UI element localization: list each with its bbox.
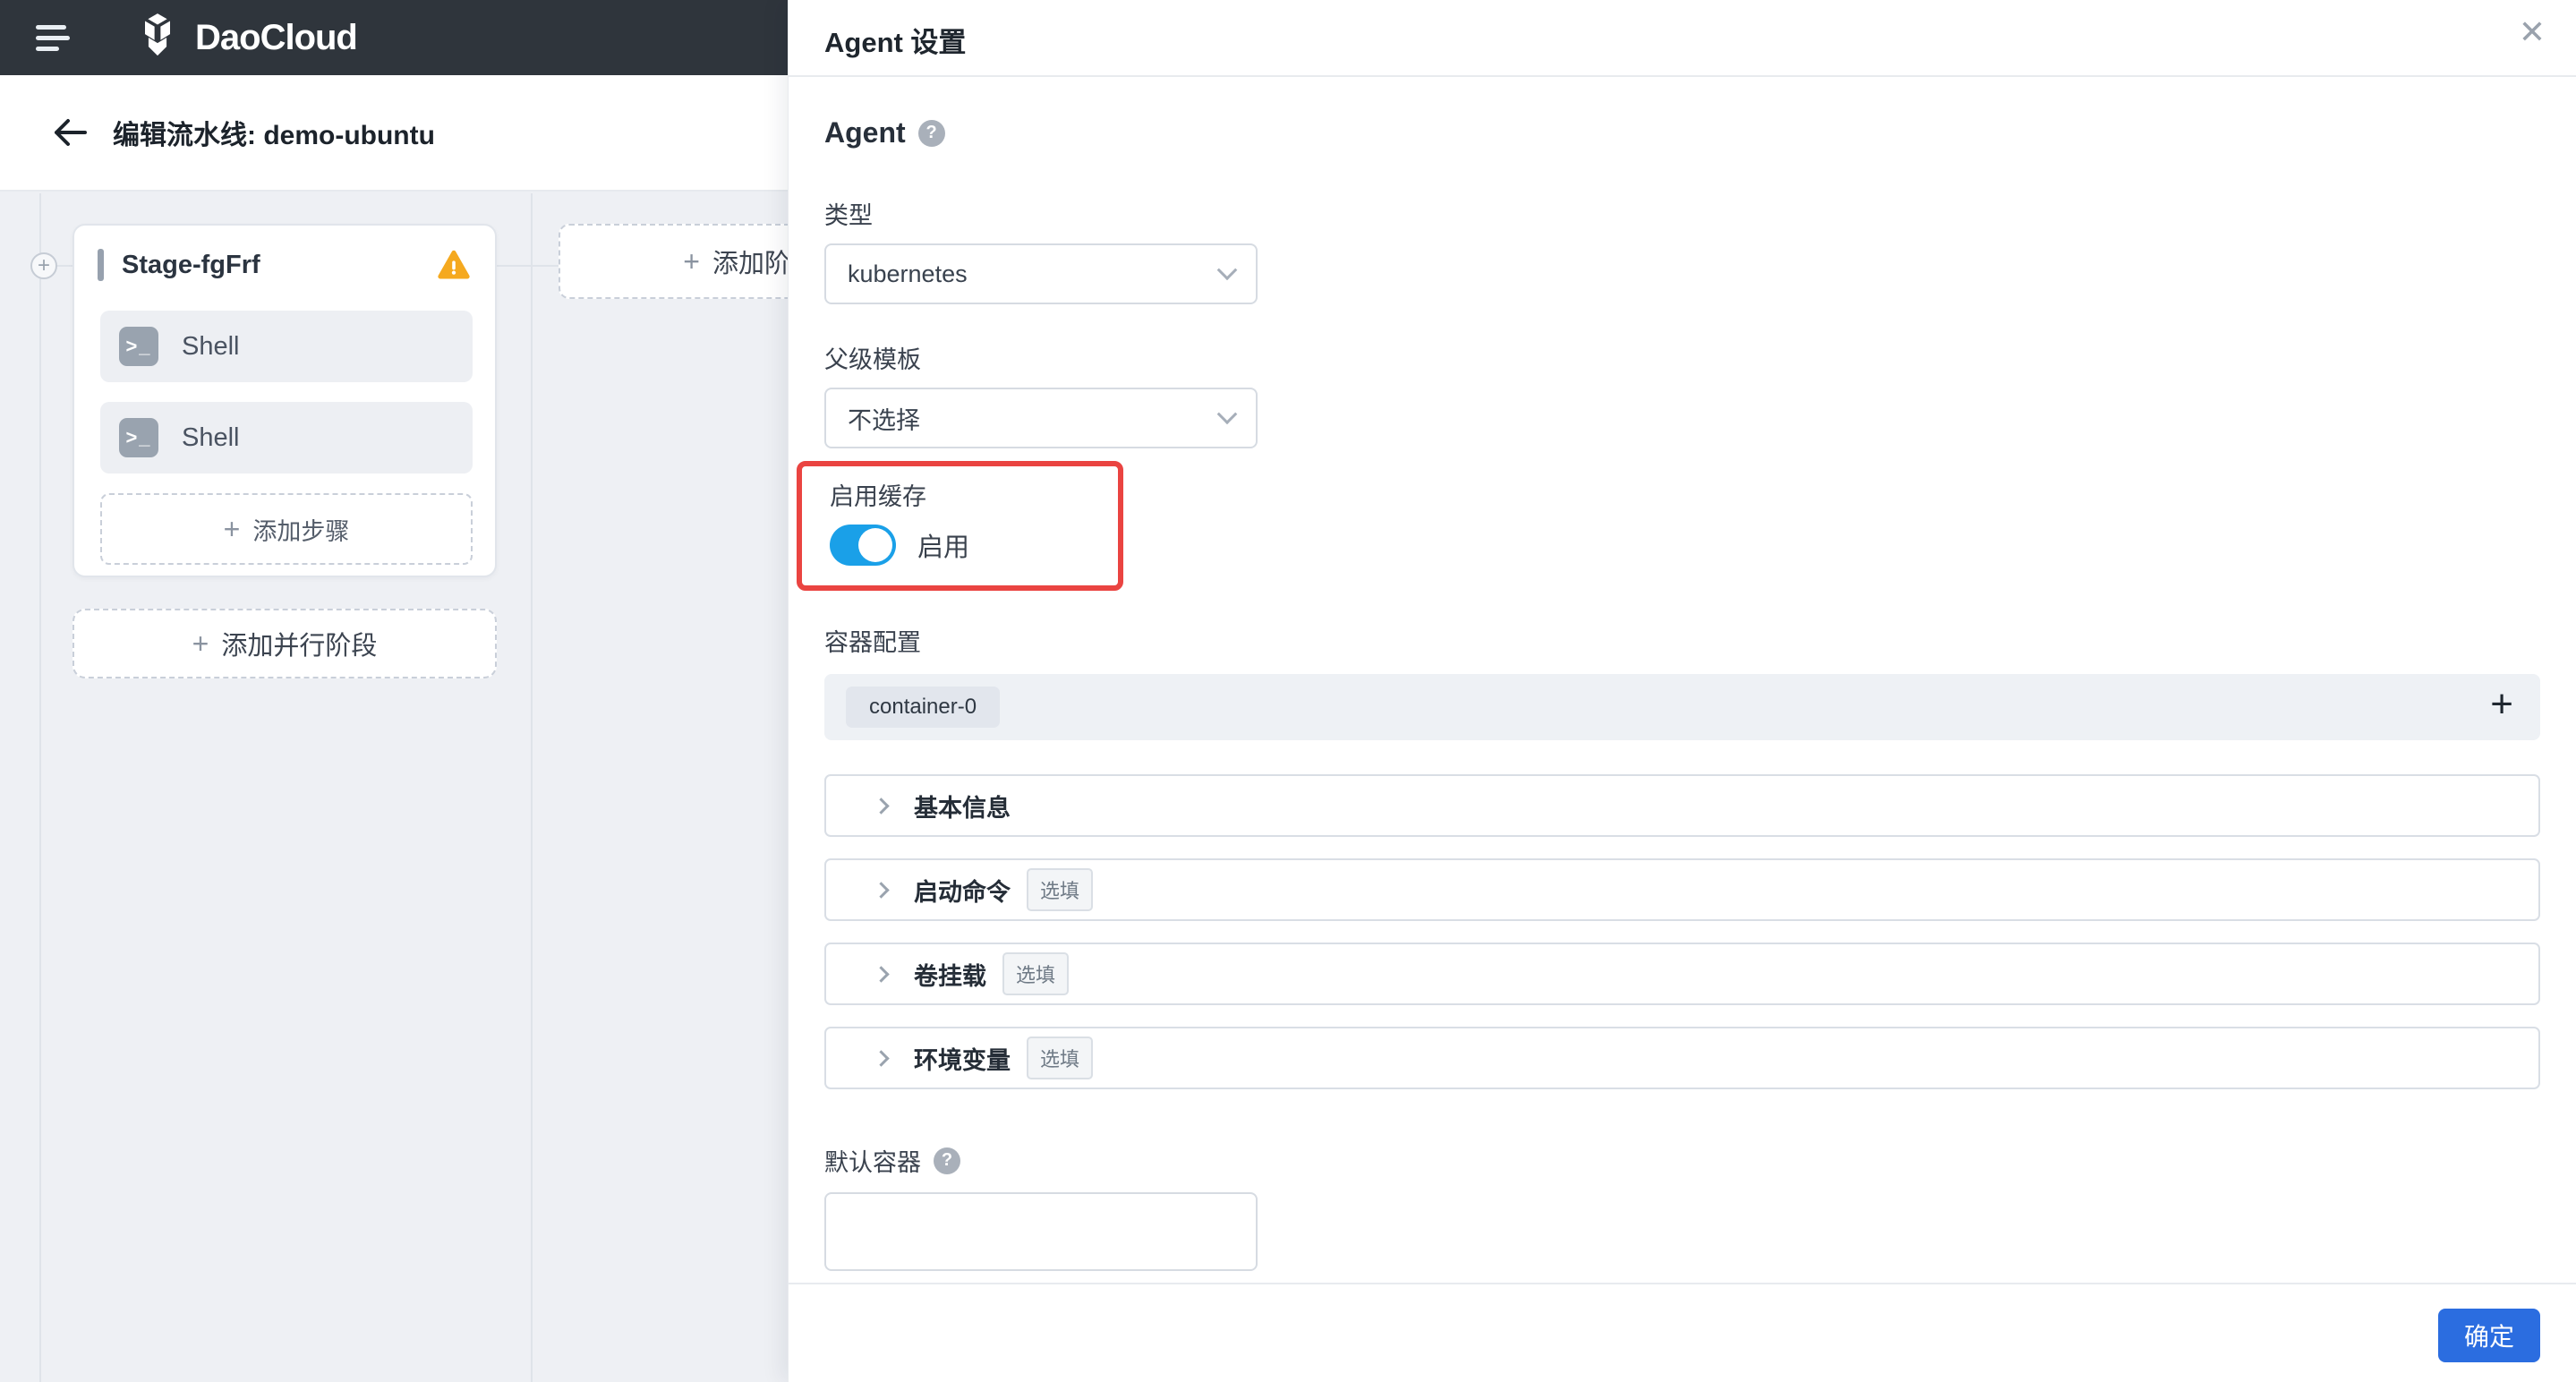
section-title: 启动命令 (914, 878, 1011, 906)
step-shell-1[interactable]: >_ Shell (100, 311, 473, 382)
canvas-rail-right (531, 193, 533, 1382)
container-tab[interactable]: container-0 (846, 687, 1001, 728)
section-title: 环境变量 (914, 1046, 1011, 1074)
optional-badge: 选填 (1027, 868, 1094, 911)
section-title: 卷挂载 (914, 962, 986, 990)
container-config-label: 容器配置 (824, 629, 921, 656)
chevron-right-icon (873, 881, 890, 899)
parent-template-label: 父级模板 (824, 346, 921, 373)
help-icon[interactable]: ? (917, 119, 945, 147)
default-container-input[interactable] (824, 1192, 1258, 1271)
daocloud-cube-icon (145, 13, 170, 56)
default-container-row: 默认容器 ? (824, 1143, 2540, 1178)
highlight-box: 启用缓存 启用 (797, 461, 1123, 591)
type-select-value: kubernetes (848, 260, 968, 287)
drawer-footer: 确定 (789, 1283, 2576, 1382)
optional-badge: 选填 (1002, 952, 1070, 995)
drawer-body: Agent ? 类型 kubernetes 父级模板 不选择 启用缓存 启用 容 (789, 77, 2576, 1283)
add-parallel-label: 添加并行阶段 (221, 632, 378, 661)
step-label: Shell (182, 422, 240, 452)
container-tabbar: container-0 + (824, 674, 2540, 740)
section-volume-mount[interactable]: 卷挂载 选填 (824, 943, 2540, 1005)
plus-icon: + (192, 627, 209, 660)
step-label: Shell (182, 331, 240, 361)
optional-badge: 选填 (1027, 1036, 1094, 1079)
container-panels: 基本信息 启动命令 选填 卷挂载 选填 环境变量 选填 (824, 774, 2540, 1089)
help-icon[interactable]: ? (934, 1147, 960, 1174)
close-icon[interactable]: ✕ (2519, 16, 2546, 48)
brand-name: DaoCloud (195, 17, 358, 57)
canvas-rail-left (39, 193, 41, 1382)
agent-section-heading: Agent ? (824, 116, 2540, 149)
type-label: 类型 (824, 202, 873, 229)
section-title: 基本信息 (914, 794, 1011, 822)
toggle-knob (858, 528, 892, 562)
section-env-vars[interactable]: 环境变量 选填 (824, 1027, 2540, 1089)
confirm-button[interactable]: 确定 (2438, 1309, 2540, 1362)
add-step-button[interactable]: + 添加步骤 (100, 493, 473, 565)
step-shell-2[interactable]: >_ Shell (100, 402, 473, 473)
add-node-icon[interactable]: + (30, 252, 57, 279)
hamburger-menu-icon[interactable] (36, 22, 72, 53)
type-select[interactable]: kubernetes (824, 243, 1258, 304)
agent-heading-text: Agent (824, 116, 906, 149)
terminal-icon: >_ (119, 418, 158, 457)
stage-header: Stage-fgFrf (74, 226, 495, 281)
cache-toggle-label: 启用 (917, 533, 970, 562)
chevron-down-icon (1216, 260, 1238, 281)
agent-settings-drawer: Agent 设置 ✕ Agent ? 类型 kubernetes 父级模板 不选… (788, 0, 2576, 1382)
parent-template-select-value: 不选择 (848, 406, 920, 434)
chevron-right-icon (873, 965, 890, 983)
plus-icon: + (683, 245, 700, 277)
warning-icon (438, 250, 470, 279)
add-stage-button[interactable]: + 添加阶段 (559, 224, 827, 299)
app-root: DaoCloud 编辑流水线: demo-ubuntu + Stage-fgFr… (0, 0, 2576, 1382)
drawer-title: Agent 设置 (824, 27, 967, 58)
cache-toggle[interactable] (830, 525, 896, 566)
stage-card[interactable]: Stage-fgFrf >_ Shell >_ Shell + 添加步骤 (73, 224, 497, 577)
section-start-command[interactable]: 启动命令 选填 (824, 858, 2540, 921)
chevron-down-icon (1216, 404, 1238, 425)
parent-template-select[interactable]: 不选择 (824, 388, 1258, 448)
chevron-right-icon (873, 797, 890, 815)
add-parallel-stage-button[interactable]: + 添加并行阶段 (73, 609, 497, 678)
section-basic-info[interactable]: 基本信息 (824, 774, 2540, 837)
cache-label: 启用缓存 (830, 483, 926, 510)
daocloud-logo: DaoCloud (132, 13, 358, 63)
back-arrow-icon[interactable] (50, 113, 90, 152)
connector-line (495, 265, 562, 267)
terminal-icon: >_ (119, 327, 158, 366)
plus-icon: + (223, 513, 241, 545)
cache-toggle-row: 启用 (830, 525, 1100, 566)
stage-title: Stage-fgFrf (122, 250, 260, 279)
default-container-label: 默认容器 (824, 1149, 921, 1176)
drawer-header: Agent 设置 ✕ (789, 0, 2576, 77)
stage-accent-bar (98, 249, 104, 281)
page-title: 编辑流水线: demo-ubuntu (113, 121, 435, 150)
add-container-icon[interactable]: + (2490, 685, 2513, 724)
chevron-right-icon (873, 1049, 890, 1067)
add-step-label: 添加步骤 (252, 517, 350, 545)
